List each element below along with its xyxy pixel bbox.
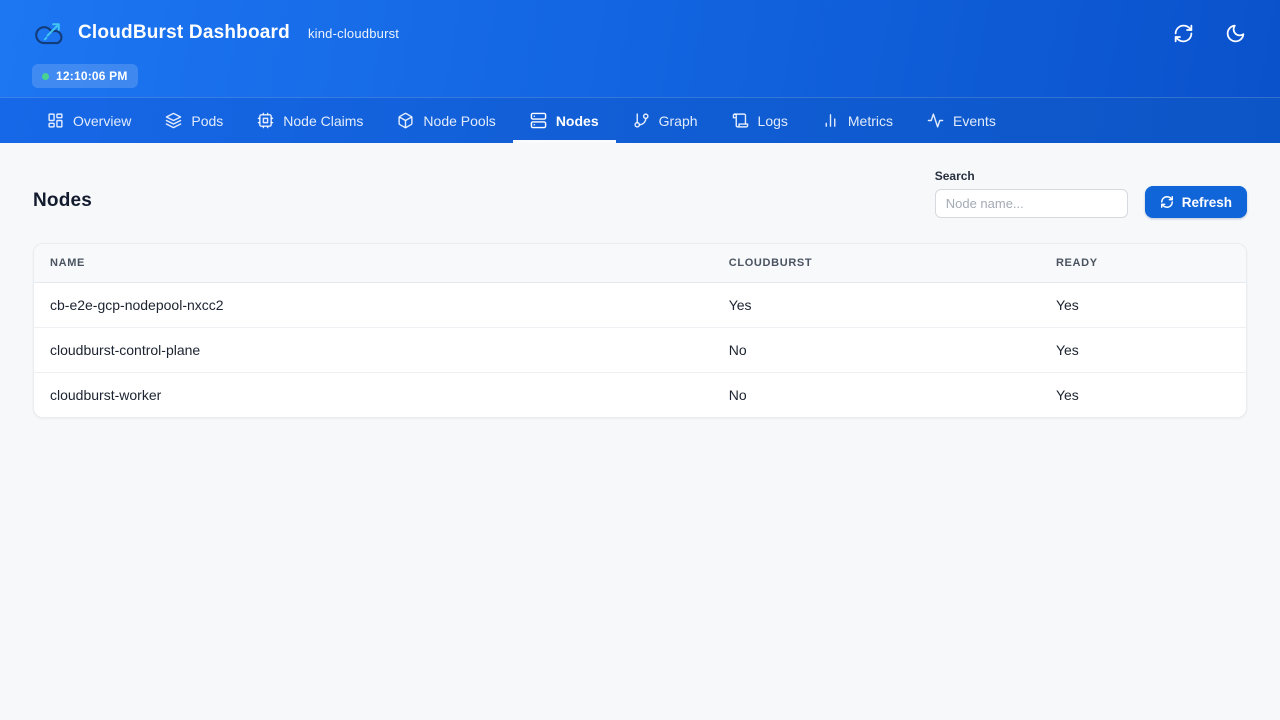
tab-label: Logs: [758, 113, 788, 129]
grid-icon: [47, 112, 64, 129]
tab-overview[interactable]: Overview: [30, 98, 148, 143]
table-row[interactable]: cloudburst-control-plane No Yes: [34, 328, 1246, 373]
page-title: Nodes: [33, 190, 92, 218]
cloud-rocket-logo-icon: [32, 17, 66, 49]
column-header-cloudburst: Cloudburst: [713, 244, 1040, 283]
layers-icon: [165, 112, 182, 129]
column-header-ready: Ready: [1040, 244, 1246, 283]
git-branch-icon: [633, 112, 650, 129]
app-title: CloudBurst Dashboard: [78, 22, 290, 44]
tab-label: Overview: [73, 113, 131, 129]
tab-events[interactable]: Events: [910, 98, 1013, 143]
package-icon: [397, 112, 414, 129]
activity-icon: [927, 112, 944, 129]
cell-cloudburst: No: [713, 328, 1040, 373]
tab-label: Node Pools: [423, 113, 495, 129]
table-row[interactable]: cloudburst-worker No Yes: [34, 373, 1246, 418]
refresh-icon[interactable]: [1170, 20, 1196, 46]
app-header: CloudBurst Dashboard kind-cloudburst 12:…: [0, 0, 1280, 97]
cluster-context: kind-cloudburst: [308, 26, 399, 41]
column-header-name: Name: [34, 244, 713, 283]
tab-label: Node Claims: [283, 113, 363, 129]
tab-metrics[interactable]: Metrics: [805, 98, 910, 143]
search-label: Search: [935, 169, 1128, 183]
refresh-button[interactable]: Refresh: [1145, 186, 1247, 218]
cpu-icon: [257, 112, 274, 129]
cell-ready: Yes: [1040, 283, 1246, 328]
cell-node-name: cloudburst-worker: [34, 373, 713, 418]
table-header-row: Name Cloudburst Ready: [34, 244, 1246, 283]
toolbar: Nodes Search Refresh: [33, 169, 1247, 218]
tab-pods[interactable]: Pods: [148, 98, 240, 143]
clock-time: 12:10:06 PM: [56, 69, 128, 83]
refresh-button-label: Refresh: [1182, 195, 1232, 210]
clock-badge: 12:10:06 PM: [32, 64, 138, 88]
main-nav: Overview Pods Node Claims Node Pools Nod…: [0, 97, 1280, 143]
tab-graph[interactable]: Graph: [616, 98, 715, 143]
header-top-row: CloudBurst Dashboard kind-cloudburst: [32, 17, 1248, 49]
bar-chart-icon: [822, 112, 839, 129]
cell-cloudburst: Yes: [713, 283, 1040, 328]
nodes-table: Name Cloudburst Ready cb-e2e-gcp-nodepoo…: [34, 244, 1246, 417]
header-actions: [1170, 20, 1248, 46]
cell-cloudburst: No: [713, 373, 1040, 418]
search-group: Search: [935, 169, 1128, 218]
toolbar-right: Search Refresh: [935, 169, 1247, 218]
tab-logs[interactable]: Logs: [715, 98, 805, 143]
nodes-table-card: Name Cloudburst Ready cb-e2e-gcp-nodepoo…: [33, 243, 1247, 418]
cell-ready: Yes: [1040, 373, 1246, 418]
cell-node-name: cloudburst-control-plane: [34, 328, 713, 373]
moon-icon[interactable]: [1222, 20, 1248, 46]
tab-node-pools[interactable]: Node Pools: [380, 98, 512, 143]
main-content: Nodes Search Refresh Name Cloudburst Rea…: [0, 143, 1280, 444]
live-dot-icon: [42, 73, 49, 80]
refresh-icon: [1160, 195, 1174, 209]
tab-nodes[interactable]: Nodes: [513, 98, 616, 143]
tab-label: Graph: [659, 113, 698, 129]
scroll-icon: [732, 112, 749, 129]
cell-ready: Yes: [1040, 328, 1246, 373]
tab-label: Metrics: [848, 113, 893, 129]
server-icon: [530, 112, 547, 129]
cell-node-name: cb-e2e-gcp-nodepool-nxcc2: [34, 283, 713, 328]
search-input[interactable]: [935, 189, 1128, 218]
table-row[interactable]: cb-e2e-gcp-nodepool-nxcc2 Yes Yes: [34, 283, 1246, 328]
tab-node-claims[interactable]: Node Claims: [240, 98, 380, 143]
tab-label: Pods: [191, 113, 223, 129]
tab-label: Nodes: [556, 113, 599, 129]
tab-label: Events: [953, 113, 996, 129]
